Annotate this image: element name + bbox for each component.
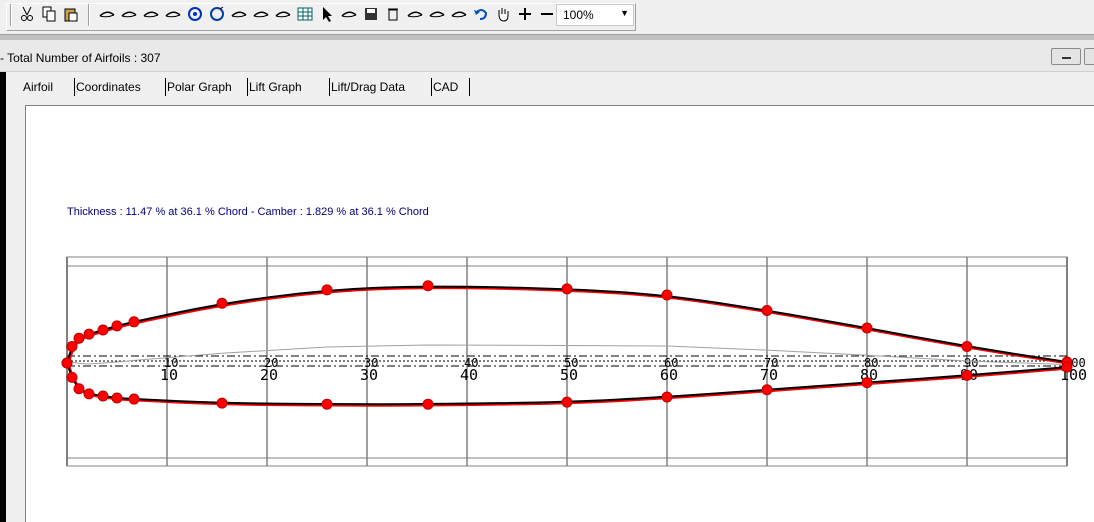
tick-label-lower: 10: [160, 366, 178, 384]
airfoil-plot[interactable]: 1020304050607080901001020304050607080901…: [0, 0, 1094, 522]
upper-point: [73, 332, 85, 344]
lower-point: [422, 398, 434, 410]
upper-point: [661, 289, 673, 301]
upper-point: [216, 297, 228, 309]
tick-label-lower: 30: [360, 366, 378, 384]
lower-point: [321, 398, 333, 410]
upper-point: [128, 316, 140, 328]
lower-point: [761, 384, 773, 396]
upper-point: [761, 304, 773, 316]
lower-point: [861, 377, 873, 389]
lower-point: [961, 369, 973, 381]
upper-surface-red: [66, 286, 1069, 365]
lower-point: [1061, 361, 1073, 373]
tick-label-lower: 20: [260, 366, 278, 384]
lower-point: [83, 388, 95, 400]
tick-label-lower: 70: [760, 366, 778, 384]
tick-label-lower: 50: [560, 366, 578, 384]
lower-point: [73, 383, 85, 395]
upper-point: [961, 341, 973, 353]
lower-point: [216, 397, 228, 409]
upper-point: [561, 283, 573, 295]
lower-point: [661, 391, 673, 403]
tick-label-lower: 40: [460, 366, 478, 384]
upper-point: [861, 322, 873, 334]
lower-point: [111, 392, 123, 404]
lower-point: [97, 390, 109, 402]
lower-point: [66, 371, 78, 383]
upper-point: [83, 328, 95, 340]
upper-point: [422, 280, 434, 292]
upper-point: [66, 341, 78, 353]
tick-label-lower: 60: [660, 366, 678, 384]
lower-point: [61, 357, 73, 369]
upper-point: [111, 320, 123, 332]
lower-point: [128, 393, 140, 405]
lower-point: [561, 396, 573, 408]
upper-point: [97, 324, 109, 336]
upper-point: [321, 284, 333, 296]
